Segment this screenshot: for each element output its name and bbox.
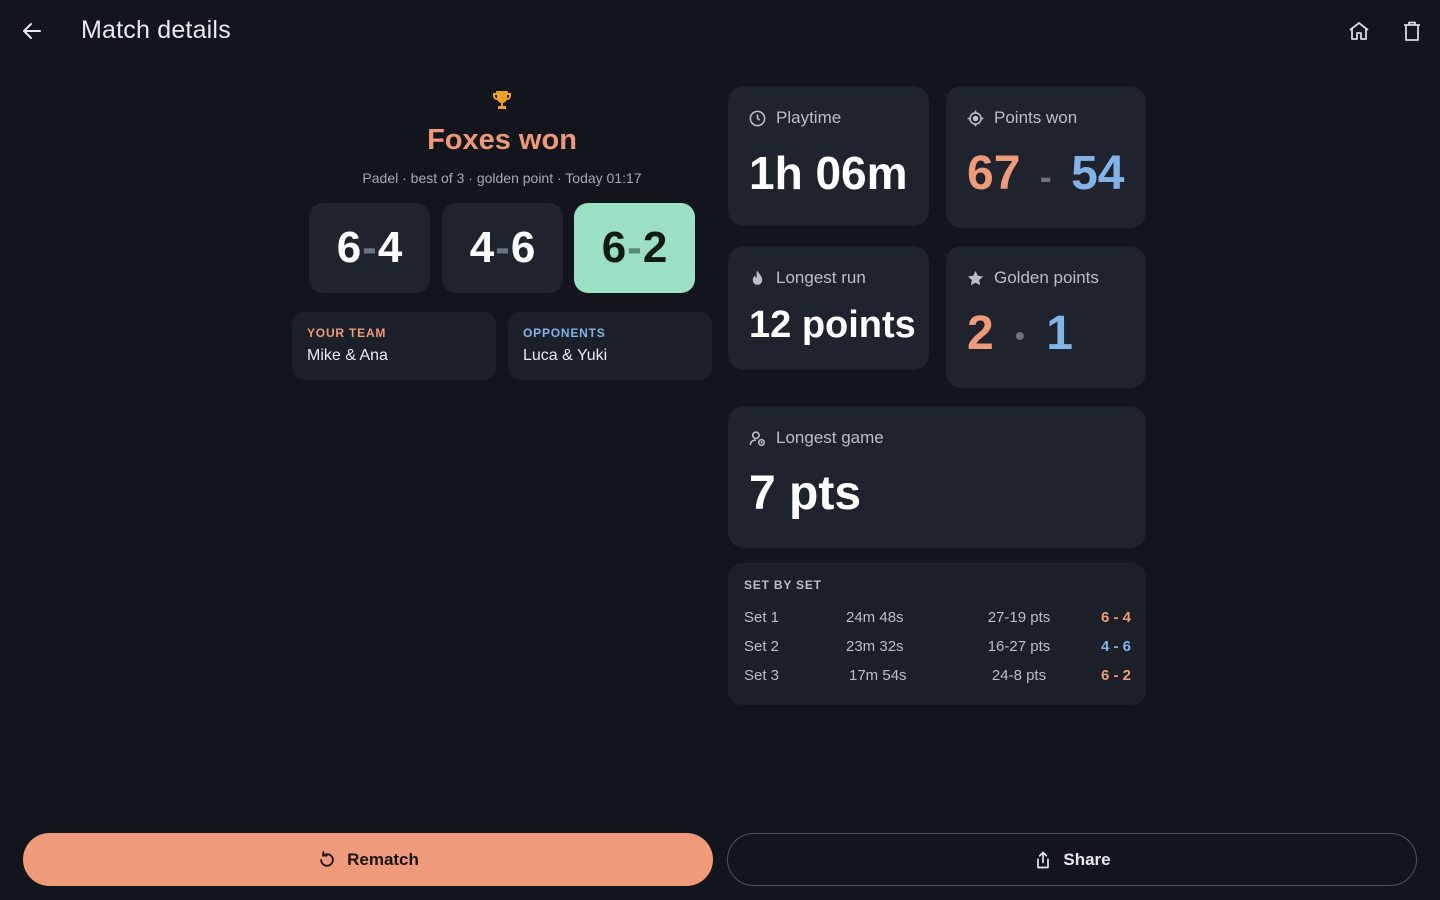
set-by-set-card: SET BY SET Set 1 24m 48s 27-19 pts 6 - 4…	[728, 563, 1146, 705]
longest-run-label: Longest run	[776, 268, 866, 287]
playtime-value: 1h 06m	[749, 147, 908, 199]
points-won-separator: -	[1039, 156, 1052, 197]
set-score-a: 6	[601, 223, 627, 272]
set-score-b: 6	[510, 223, 536, 272]
trash-icon	[1404, 21, 1420, 41]
share-label: Share	[1063, 849, 1111, 869]
set-score-a: 4	[469, 223, 495, 272]
your-team-card: YOUR TEAM Mike & Ana	[292, 312, 496, 380]
golden-points-value: 2 • 1	[967, 306, 1073, 361]
set-by-set-title: SET BY SET	[744, 578, 822, 592]
longest-game-label: Longest game	[776, 428, 884, 447]
set-row-name: Set 3	[744, 667, 780, 684]
longest-run-value: 12 points	[749, 304, 916, 346]
set-score-dash: -	[627, 223, 642, 272]
set-row-points: 27-19 pts	[987, 609, 1051, 626]
rematch-label: Rematch	[347, 849, 419, 869]
person-timer-icon	[749, 430, 766, 446]
set-score-a: 6	[336, 223, 362, 272]
set-row-points: 16-27 pts	[987, 638, 1051, 655]
set-row-name: Set 2	[744, 638, 780, 655]
set-row-duration: 17m 54s	[849, 667, 907, 684]
set-score-tile: 6-4	[309, 203, 430, 293]
playtime-card: Playtime 1h 06m	[728, 86, 929, 226]
back-button[interactable]	[12, 11, 52, 51]
home-icon	[1349, 22, 1369, 40]
opponents-names: Luca & Yuki	[523, 347, 608, 364]
your-team-label: YOUR TEAM	[307, 326, 387, 340]
longest-game-value: 7 pts	[749, 467, 862, 520]
points-won-label: Points won	[994, 108, 1078, 127]
winner-headline: Foxes won	[427, 124, 577, 156]
match-meta: Padel · best of 3 · golden point · Today…	[362, 170, 642, 186]
arrow-left-icon	[23, 23, 41, 39]
top-app-bar: Match details	[0, 0, 1440, 62]
points-won-header: Points won	[966, 108, 1077, 128]
longest-run-card: Longest run 12 points	[728, 246, 929, 370]
star-icon	[967, 270, 984, 285]
set-row-points: 24-8 pts	[991, 667, 1047, 684]
delete-button[interactable]	[1392, 11, 1432, 51]
home-button[interactable]	[1339, 11, 1379, 51]
set-row-duration: 24m 48s	[846, 609, 904, 626]
longest-game-card: Longest game 7 pts	[728, 406, 1146, 548]
golden-points-header: Golden points	[966, 268, 1099, 288]
set-score-tile-deciding: 6-2	[574, 203, 695, 293]
share-button[interactable]: Share	[727, 833, 1417, 886]
longest-run-header: Longest run	[748, 268, 866, 288]
set-row-score: 6 - 2	[1100, 667, 1131, 684]
refresh-icon	[320, 850, 334, 867]
set-row: Set 1 24m 48s 27-19 pts 6 - 4	[728, 609, 1146, 633]
golden-points-label: Golden points	[994, 268, 1099, 287]
playtime-label: Playtime	[776, 108, 842, 127]
set-row-name: Set 1	[744, 609, 780, 626]
share-icon	[1037, 851, 1050, 868]
your-team-names: Mike & Ana	[307, 347, 388, 364]
set-row-score: 6 - 4	[1100, 609, 1131, 626]
opponents-label: OPPONENTS	[523, 326, 606, 340]
golden-points-b: 1	[1046, 307, 1073, 360]
golden-points-card: Golden points 2 • 1	[946, 246, 1146, 388]
points-won-b: 54	[1071, 147, 1125, 200]
set-row-score: 4 - 6	[1100, 638, 1131, 655]
points-won-card: Points won 67 - 54	[946, 86, 1146, 228]
trophy-icon	[490, 88, 514, 112]
set-row: Set 3 17m 54s 24-8 pts 6 - 2	[728, 667, 1146, 691]
opponents-card: OPPONENTS Luca & Yuki	[508, 312, 712, 380]
set-row-duration: 23m 32s	[846, 638, 904, 655]
set-score-b: 2	[642, 223, 668, 272]
golden-points-a: 2	[967, 307, 994, 360]
set-score-tile: 4-6	[442, 203, 563, 293]
flame-icon	[752, 270, 763, 285]
golden-points-separator: •	[1015, 320, 1025, 352]
page-title: Match details	[81, 16, 231, 44]
playtime-header: Playtime	[748, 108, 841, 128]
target-icon	[967, 110, 984, 126]
points-won-value: 67 - 54	[967, 146, 1124, 201]
rematch-button[interactable]: Rematch	[23, 833, 713, 886]
set-score-dash: -	[495, 223, 510, 272]
longest-game-header: Longest game	[748, 428, 884, 448]
clock-icon	[749, 110, 766, 126]
points-won-a: 67	[967, 147, 1021, 200]
set-score-b: 4	[377, 223, 403, 272]
set-score-dash: -	[362, 223, 377, 272]
set-row: Set 2 23m 32s 16-27 pts 4 - 6	[728, 638, 1146, 662]
